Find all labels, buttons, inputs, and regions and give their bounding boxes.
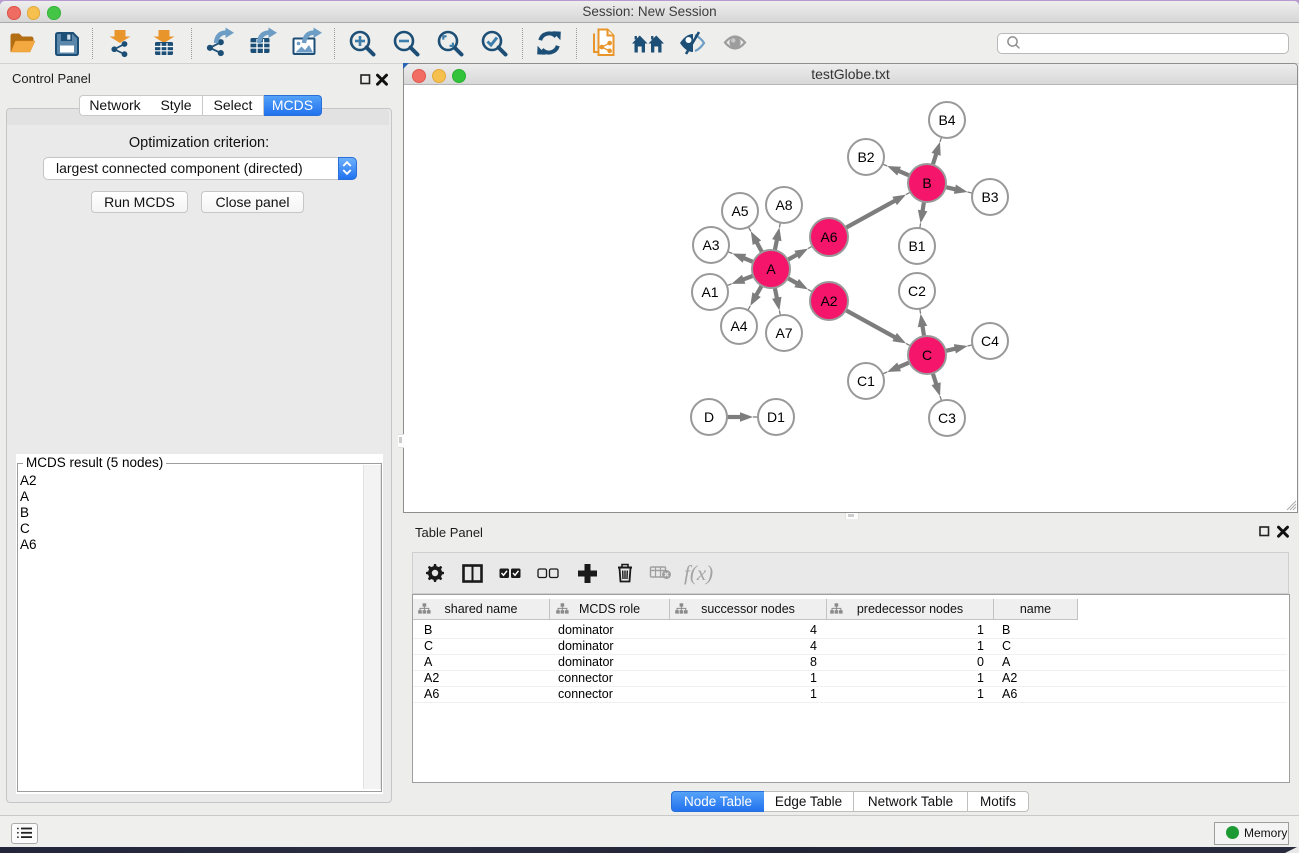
svg-text:C3: C3 (938, 410, 956, 426)
svg-text:B1: B1 (908, 238, 925, 254)
svg-text:C4: C4 (981, 333, 999, 349)
svg-text:A8: A8 (775, 197, 792, 213)
svg-text:D1: D1 (767, 409, 785, 425)
svg-text:D: D (704, 409, 714, 425)
svg-text:A6: A6 (820, 229, 837, 245)
svg-text:A4: A4 (730, 318, 747, 334)
svg-text:A7: A7 (775, 325, 792, 341)
svg-text:B4: B4 (938, 112, 955, 128)
svg-text:A1: A1 (701, 284, 718, 300)
svg-text:B3: B3 (981, 189, 998, 205)
svg-text:A2: A2 (820, 293, 837, 309)
svg-text:A3: A3 (702, 237, 719, 253)
svg-text:B: B (922, 175, 931, 191)
svg-text:C: C (922, 347, 932, 363)
svg-text:A: A (766, 261, 776, 277)
svg-text:C1: C1 (857, 373, 875, 389)
svg-text:A5: A5 (731, 203, 748, 219)
svg-text:B2: B2 (857, 149, 874, 165)
svg-text:C2: C2 (908, 283, 926, 299)
